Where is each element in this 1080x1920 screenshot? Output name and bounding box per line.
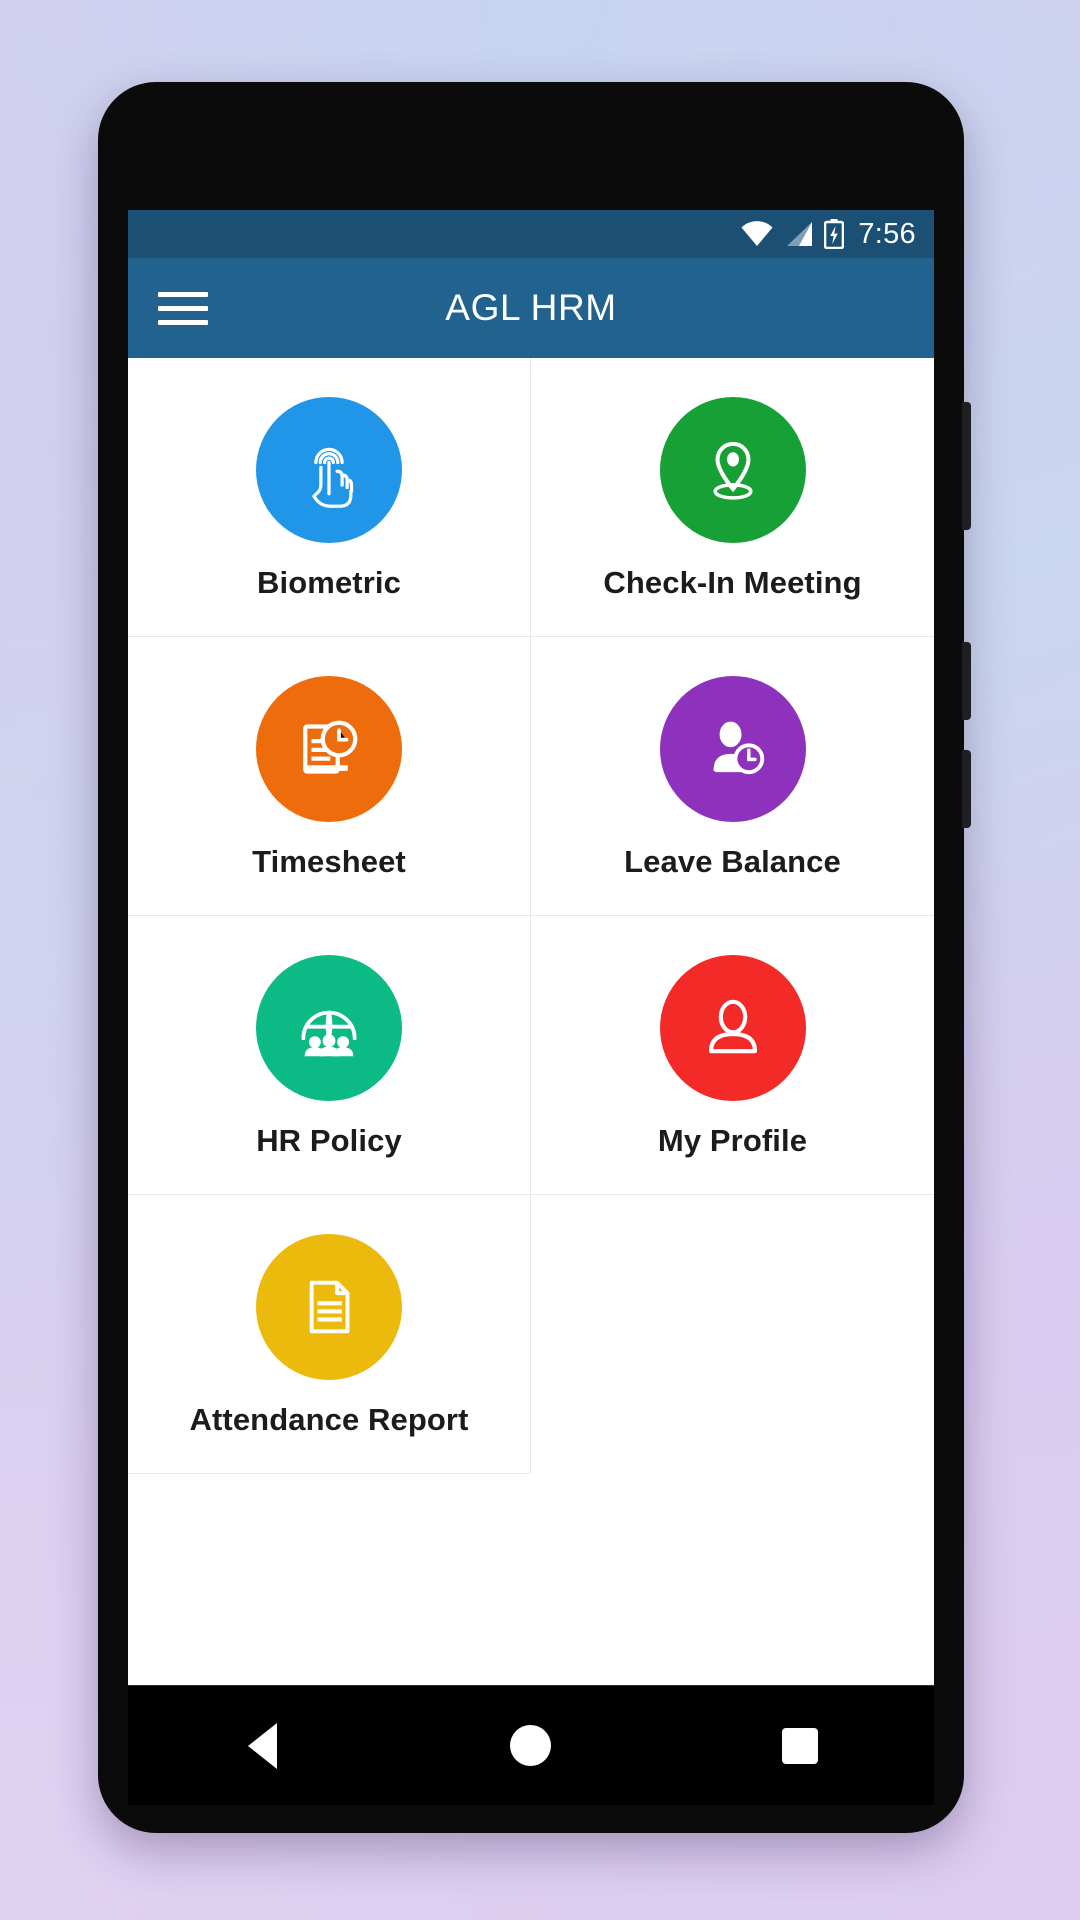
hamburger-menu-icon[interactable] xyxy=(154,279,212,337)
user-profile-icon xyxy=(659,954,806,1101)
battery-charging-icon xyxy=(824,219,845,249)
dashboard-grid: Biometric Check-In Meeting Timesheet Lea… xyxy=(128,358,934,1474)
tile-label: Attendance Report xyxy=(189,1401,469,1437)
tile-check-in-meeting[interactable]: Check-In Meeting xyxy=(531,358,934,637)
wifi-icon xyxy=(740,221,774,247)
nav-back-button[interactable] xyxy=(202,1686,322,1806)
status-bar-clock: 7:56 xyxy=(858,217,916,250)
status-bar: 7:56 xyxy=(128,210,934,258)
nav-recents-button[interactable] xyxy=(740,1686,860,1806)
tile-label: Check-In Meeting xyxy=(603,564,862,600)
home-circle-icon xyxy=(510,1725,552,1766)
person-clock-icon xyxy=(659,675,806,822)
app-toolbar: AGL HRM xyxy=(128,258,934,358)
tile-timesheet[interactable]: Timesheet xyxy=(128,637,531,916)
back-triangle-icon xyxy=(247,1722,277,1769)
hamburger-bar xyxy=(158,291,208,297)
tile-label: Biometric xyxy=(257,564,401,600)
tile-my-profile[interactable]: My Profile xyxy=(531,916,934,1195)
document-clock-icon xyxy=(256,675,402,822)
tile-leave-balance[interactable]: Leave Balance xyxy=(531,637,934,916)
tile-label: HR Policy xyxy=(256,1122,402,1158)
globe-people-icon xyxy=(256,954,402,1101)
cellular-signal-icon xyxy=(785,221,813,247)
wallpaper-background: 7:56 AGL HRM Biometric Check-In Meeting … xyxy=(0,0,1080,1920)
tile-attendance-report[interactable]: Attendance Report xyxy=(128,1195,531,1474)
phone-screen: 7:56 AGL HRM Biometric Check-In Meeting … xyxy=(128,210,934,1685)
nav-home-button[interactable] xyxy=(471,1686,591,1806)
android-navigation-bar xyxy=(128,1685,934,1805)
tile-label: Leave Balance xyxy=(624,843,841,879)
device-side-button-power[interactable] xyxy=(962,750,971,828)
location-pin-icon xyxy=(659,396,806,543)
device-side-button-volume-down[interactable] xyxy=(962,642,971,720)
tile-empty-slot xyxy=(531,1195,934,1474)
hamburger-bar xyxy=(158,305,208,311)
device-side-button-volume-up[interactable] xyxy=(962,402,971,530)
tile-label: My Profile xyxy=(657,1122,808,1158)
phone-device-frame: 7:56 AGL HRM Biometric Check-In Meeting … xyxy=(98,82,971,1833)
tile-label: Timesheet xyxy=(252,843,406,879)
hamburger-bar xyxy=(158,319,208,325)
page-title: AGL HRM xyxy=(445,287,617,328)
tile-hr-policy[interactable]: HR Policy xyxy=(128,916,531,1195)
fingerprint-touch-icon xyxy=(256,396,402,543)
tile-biometric[interactable]: Biometric xyxy=(128,358,531,637)
recents-square-icon xyxy=(781,1727,818,1764)
document-lines-icon xyxy=(256,1233,402,1380)
